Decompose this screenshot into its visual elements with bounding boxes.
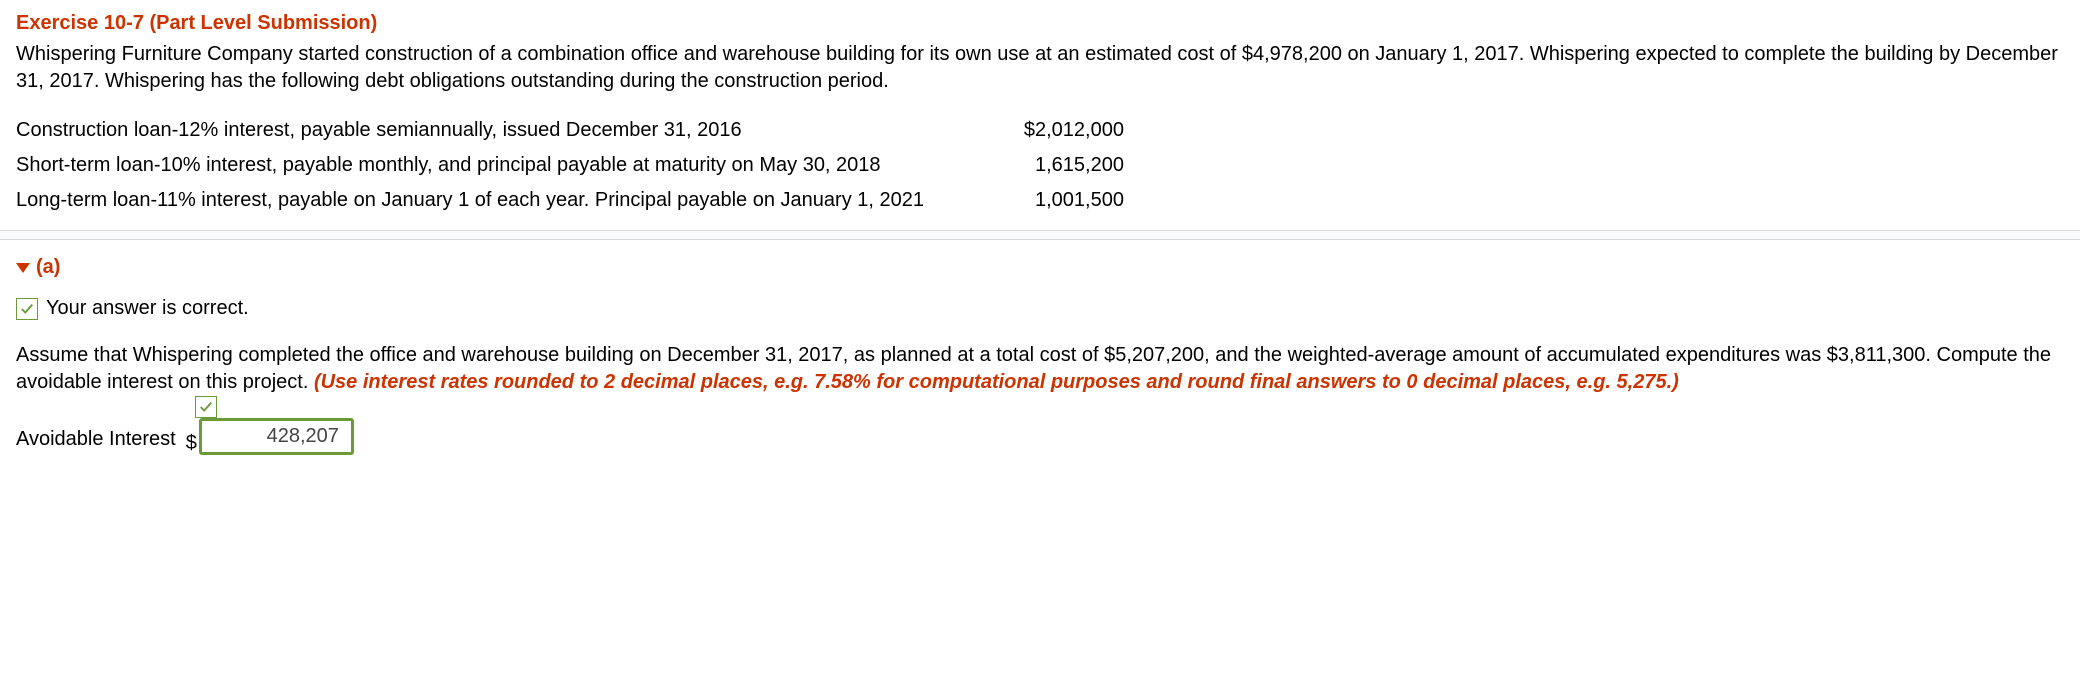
debt-description: Construction loan-12% interest, payable …	[16, 113, 1004, 148]
check-icon	[195, 396, 217, 418]
feedback-text: Your answer is correct.	[46, 297, 249, 320]
table-row: Long-term loan-11% interest, payable on …	[16, 183, 1124, 218]
answer-label: Avoidable Interest	[16, 428, 176, 455]
table-row: Construction loan-12% interest, payable …	[16, 113, 1124, 148]
part-header[interactable]: (a)	[16, 256, 2064, 279]
currency-symbol: $	[186, 432, 197, 455]
collapse-icon	[16, 263, 30, 273]
debt-amount: 1,615,200	[1004, 148, 1124, 183]
check-icon	[16, 298, 38, 320]
exercise-title: Exercise 10-7 (Part Level Submission)	[16, 12, 2064, 35]
instruction-text: (Use interest rates rounded to 2 decimal…	[314, 371, 1679, 393]
avoidable-interest-input[interactable]	[199, 418, 354, 455]
feedback-row: Your answer is correct.	[16, 297, 2064, 320]
table-row: Short-term loan-10% interest, payable mo…	[16, 148, 1124, 183]
debt-amount: $2,012,000	[1004, 113, 1124, 148]
section-divider	[0, 230, 2080, 240]
debt-amount: 1,001,500	[1004, 183, 1124, 218]
part-label: (a)	[36, 256, 60, 279]
debt-description: Short-term loan-10% interest, payable mo…	[16, 148, 1004, 183]
debt-description: Long-term loan-11% interest, payable on …	[16, 183, 1004, 218]
exercise-intro: Whispering Furniture Company started con…	[16, 41, 2064, 95]
answer-row: Avoidable Interest $	[16, 418, 2064, 455]
debt-table: Construction loan-12% interest, payable …	[16, 113, 1124, 218]
question-text: Assume that Whispering completed the off…	[16, 342, 2064, 396]
